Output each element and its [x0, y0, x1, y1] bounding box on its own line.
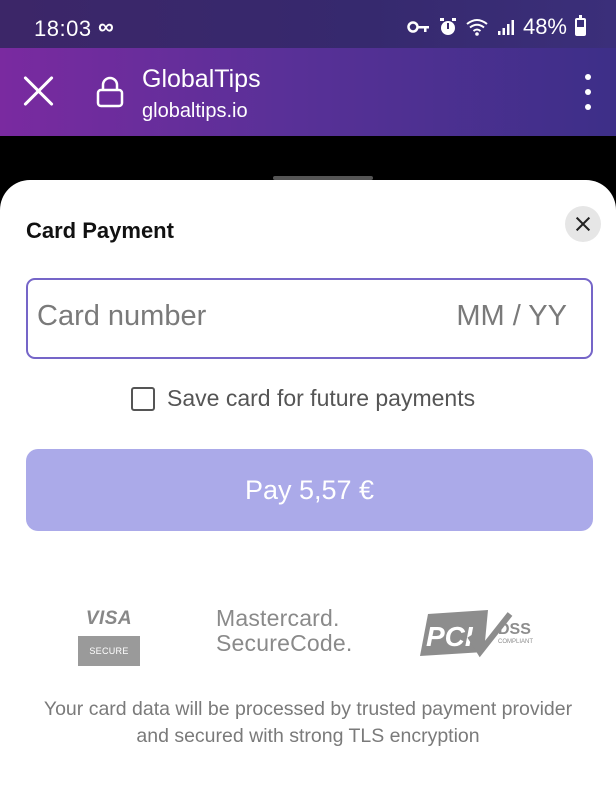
close-browser-button[interactable] [22, 74, 56, 108]
status-icons: 48% [407, 14, 586, 40]
pci-dss-logo: PCI DSS COMPLIANT [420, 610, 533, 658]
pci-wordmark: PCI [426, 621, 474, 652]
dot [585, 89, 591, 95]
status-time: 18:03 [34, 16, 92, 41]
signal-icon [497, 20, 514, 35]
sheet-title: Card Payment [26, 218, 174, 243]
site-title: GlobalTips [142, 65, 261, 93]
visa-secure-logo: VISA SECURE [78, 608, 140, 666]
compliant-wordmark: COMPLIANT [498, 639, 533, 645]
dot [585, 104, 591, 110]
card-number-input[interactable]: Card number [37, 300, 206, 333]
dot [585, 74, 591, 80]
battery-icon [575, 15, 586, 36]
visa-secure-badge: SECURE [78, 636, 140, 666]
save-card-option[interactable]: Save card for future payments [131, 385, 475, 412]
security-notice: Your card data will be processed by trus… [43, 698, 573, 747]
browser-toolbar: GlobalTips globaltips.io [0, 48, 616, 136]
close-sheet-button[interactable] [565, 206, 601, 242]
card-input-field[interactable]: Card number MM / YY [26, 278, 593, 359]
wifi-icon [466, 19, 488, 36]
payment-sheet: Card Payment Card number MM / YY Save ca… [0, 180, 616, 800]
battery-percent: 48% [522, 14, 567, 39]
site-domain: globaltips.io [142, 100, 248, 122]
key-icon [407, 21, 429, 33]
more-options-icon[interactable] [582, 74, 594, 110]
pay-button[interactable]: Pay 5,57 € [26, 449, 593, 531]
security-logos: VISA SECURE Mastercard. SecureCode. PCI … [0, 600, 616, 670]
expiry-input[interactable]: MM / YY [456, 300, 567, 333]
save-card-checkbox[interactable] [131, 386, 155, 411]
alarm-icon [439, 18, 456, 35]
mastercard-wordmark: Mastercard. [216, 605, 340, 631]
dss-wordmark: DSS [498, 621, 531, 638]
mastercard-securecode-logo: Mastercard. SecureCode. [216, 606, 352, 656]
securecode-wordmark: SecureCode. [216, 630, 353, 656]
visa-wordmark: VISA [85, 608, 133, 629]
lock-icon[interactable] [95, 76, 125, 108]
save-card-label[interactable]: Save card for future payments [167, 385, 475, 412]
infinity-icon: ∞ [98, 14, 114, 39]
status-bar: 18:03 ∞ 48% [0, 0, 616, 48]
